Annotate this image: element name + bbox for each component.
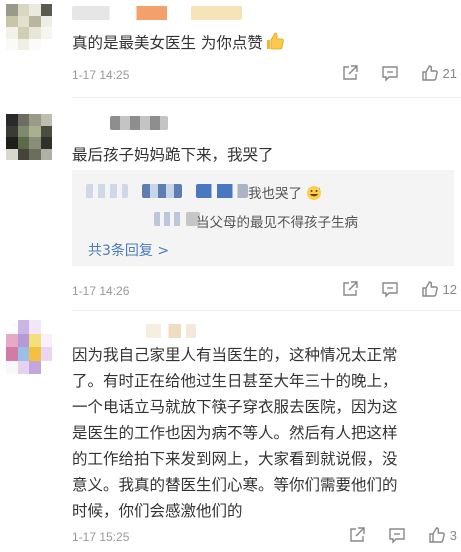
comment-actions: 12	[319, 280, 457, 298]
grinning-sweat-icon	[306, 185, 322, 205]
avatar[interactable]	[6, 114, 52, 160]
like-button[interactable]: 3	[428, 526, 457, 544]
timestamp: 1-17 14:26	[72, 284, 130, 298]
comment-icon	[381, 282, 398, 298]
username-blurred[interactable]	[110, 116, 168, 130]
comment-text: 因为我自己家里人有当医生的，这种情况太正常 了。有时正在给他过生日甚至大年三十的…	[72, 342, 452, 524]
comment-icon	[381, 66, 398, 82]
comment-text-content: 真的是最美女医生 为你点赞	[72, 34, 263, 52]
timestamp: 1-17 15:25	[72, 530, 130, 544]
like-button[interactable]: 12	[421, 280, 457, 298]
comment-text-line: 了。有时正在给他过生日甚至大年三十的晚上，	[72, 372, 398, 390]
username-blurred[interactable]	[72, 6, 242, 20]
like-button[interactable]: 21	[421, 64, 457, 82]
more-replies-link[interactable]: 共3条回复 >	[88, 240, 169, 260]
share-icon	[342, 281, 358, 296]
comment-text-line: 因为我自己家里人有当医生的，这种情况太正常	[72, 346, 398, 364]
comment-text-line: 时候，你们会感激他们的	[72, 502, 243, 520]
comment-item: 最后孩子妈妈跪下来，我哭了 我也哭了 当父母的最见不得孩子生病 共3条回复 > …	[0, 98, 461, 312]
share-icon	[350, 527, 365, 542]
comment-text-line: 的工作给拍下来发到网上，大家看到就说假，没	[72, 450, 398, 468]
reply-username-blurred[interactable]	[86, 184, 128, 198]
comment-actions: 3	[326, 526, 457, 544]
like-icon	[421, 281, 438, 297]
reply-box: 我也哭了 当父母的最见不得孩子生病 共3条回复 >	[72, 170, 454, 266]
share-button[interactable]	[348, 526, 366, 544]
share-icon	[342, 65, 358, 80]
username-blurred[interactable]	[146, 324, 196, 338]
comment-text-line: 意义。我真的替医生们心寒。等你们需要他们的	[72, 476, 398, 494]
comment-item: 因为我自己家里人有当医生的，这种情况太正常 了。有时正在给他过生日甚至大年三十的…	[0, 312, 461, 552]
like-icon	[429, 527, 445, 543]
comment-icon	[389, 528, 405, 544]
share-button[interactable]	[341, 280, 359, 298]
reply-text-content: 我也哭了	[248, 186, 302, 202]
like-count: 3	[449, 527, 457, 543]
comment-text: 最后孩子妈妈跪下来，我哭了	[72, 146, 274, 164]
like-count: 21	[442, 65, 457, 81]
reply-username-blurred[interactable]	[154, 212, 182, 226]
timestamp: 1-17 14:25	[72, 68, 130, 82]
avatar[interactable]	[6, 4, 52, 50]
comment-text-line: 是医生的工作也因为病不等人。然后有人把这样	[72, 424, 398, 442]
like-count: 12	[442, 281, 457, 297]
share-button[interactable]	[341, 64, 359, 82]
reply-text: 我也哭了	[248, 182, 322, 205]
comment-actions: 21	[319, 64, 457, 82]
avatar[interactable]	[6, 320, 52, 374]
comment-text: 真的是最美女医生 为你点赞	[72, 30, 452, 59]
reply-text: 当父母的最见不得孩子生病	[196, 215, 358, 231]
comment-item: 真的是最美女医生 为你点赞 1-17 14:25 21	[0, 0, 461, 98]
thumbs-up-icon	[265, 31, 285, 59]
comment-text-line: 一个电话立马就放下筷子穿衣服去医院，因为这	[72, 398, 398, 416]
comment-button[interactable]	[388, 526, 406, 544]
like-icon	[421, 65, 438, 81]
reply-username-blurred[interactable]	[196, 184, 248, 198]
comment-button[interactable]	[381, 280, 399, 298]
comment-button[interactable]	[381, 64, 399, 82]
reply-username-blurred[interactable]	[142, 184, 182, 198]
divider	[72, 310, 461, 311]
